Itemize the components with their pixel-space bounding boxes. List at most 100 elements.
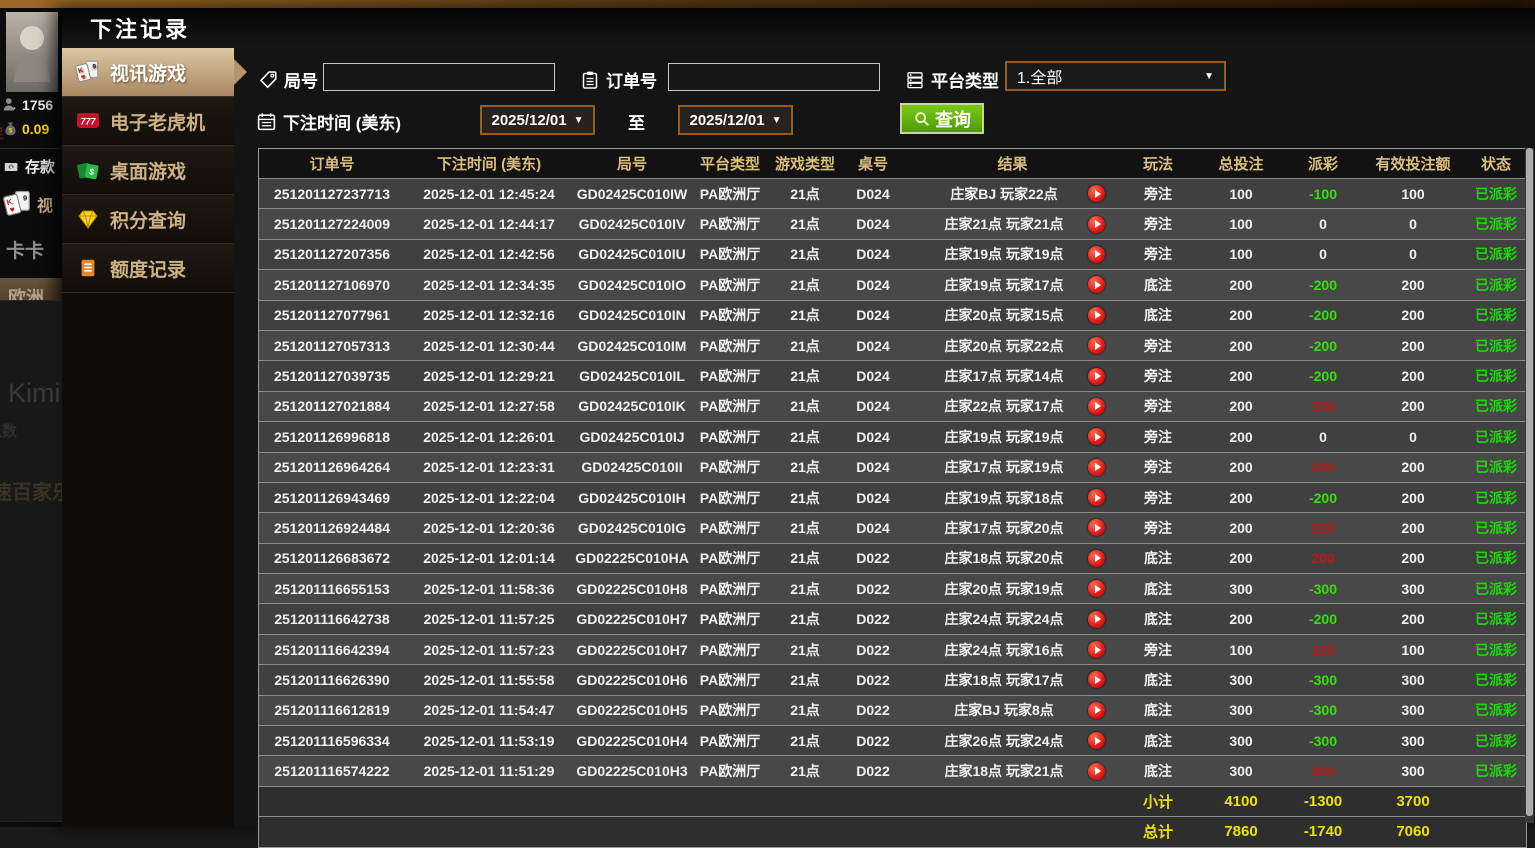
replay-play-icon[interactable] — [1088, 671, 1105, 688]
deposit-button[interactable]: $ 存款 — [3, 156, 55, 177]
cell-payout: -200 — [1286, 270, 1360, 299]
cell-result: 庄家17点 玩家20点 — [905, 513, 1120, 542]
nav-kaka[interactable]: 卡卡 — [6, 236, 44, 263]
cell-status: 已派彩 — [1466, 604, 1526, 633]
replay-play-icon[interactable] — [1088, 550, 1105, 567]
modal-body: 9K♥ 视讯游戏 777 电子老虎机 $ 桌面游戏 积分查询 额度记录 余额不足 — [62, 48, 1535, 827]
replay-play-icon[interactable] — [1088, 611, 1105, 628]
slot-777-icon: 777 — [75, 109, 101, 133]
col-platform: 平台类型 — [691, 149, 769, 178]
col-status: 状态 — [1466, 149, 1526, 178]
order-no-input[interactable] — [668, 63, 880, 91]
result-text: 庄家17点 玩家20点 — [920, 518, 1088, 538]
cell-total-bet: 100 — [1196, 209, 1286, 238]
replay-play-icon[interactable] — [1088, 428, 1105, 445]
replay-play-icon[interactable] — [1088, 276, 1105, 293]
replay-play-icon[interactable] — [1088, 732, 1105, 749]
cell-game-type: 21点 — [769, 209, 841, 238]
round-no-input[interactable] — [323, 63, 555, 91]
cell-play-type: 旁注 — [1120, 453, 1196, 482]
cell-payout: 200 — [1286, 392, 1360, 421]
cell-game-type: 21点 — [769, 240, 841, 269]
svg-text:9: 9 — [92, 64, 96, 71]
replay-play-icon[interactable] — [1088, 580, 1105, 597]
cell-payout: -300 — [1286, 574, 1360, 603]
result-text: 庄家24点 玩家24点 — [920, 609, 1088, 629]
replay-play-icon[interactable] — [1088, 246, 1105, 263]
cell-platform: PA欧洲厅 — [691, 392, 769, 421]
col-round-no: 局号 — [573, 149, 691, 178]
scrollbar-thumb[interactable] — [1526, 148, 1533, 816]
cell-total-bet: 200 — [1196, 361, 1286, 390]
platform-type-label: 平台类型 — [905, 67, 999, 92]
search-button[interactable]: 查询 — [900, 103, 984, 134]
cell-payout: 0 — [1286, 240, 1360, 269]
cell-status: 已派彩 — [1466, 270, 1526, 299]
cell-game-type: 21点 — [769, 726, 841, 755]
sidebar-item-video-games[interactable]: 9K♥ 视讯游戏 — [62, 48, 234, 97]
result-text: 庄家18点 玩家17点 — [920, 670, 1088, 690]
chevron-down-icon: ▼ — [772, 115, 782, 126]
result-text: 庄家19点 玩家17点 — [920, 275, 1088, 295]
cell-total-bet: 300 — [1196, 726, 1286, 755]
replay-play-icon[interactable] — [1088, 519, 1105, 536]
replay-play-icon[interactable] — [1088, 763, 1105, 780]
sidebar-item-slots[interactable]: 777 电子老虎机 — [62, 97, 234, 146]
cell-game-type: 21点 — [769, 331, 841, 360]
sidebar-item-quota-records[interactable]: 额度记录 — [62, 244, 234, 293]
nav-electronic-games[interactable]: 777 电子 — [3, 484, 62, 508]
cell-result: 庄家17点 玩家19点 — [905, 453, 1120, 482]
replay-play-icon[interactable] — [1088, 368, 1105, 385]
balance: $ 0.09 — [2, 120, 49, 137]
sidebar-item-points-query[interactable]: 积分查询 — [62, 195, 234, 244]
replay-play-icon[interactable] — [1088, 307, 1105, 324]
nav-fishing[interactable]: 捕 — [3, 536, 51, 560]
grand-total-row: 总计 7860 -1740 7060 — [259, 816, 1526, 846]
play-triangle — [1095, 615, 1101, 623]
subtotal-status-empty — [1466, 787, 1526, 816]
cell-game-type: 21点 — [769, 422, 841, 451]
date-from-picker[interactable]: 2025/12/01 ▼ — [480, 105, 595, 135]
nav-video-games[interactable]: 9K♥ 视 — [3, 190, 53, 218]
nav-sedie[interactable]: 色 — [10, 340, 29, 367]
nav-duotai[interactable]: 多 — [10, 436, 29, 463]
cell-table-no: D022 — [841, 574, 905, 603]
replay-play-icon[interactable] — [1088, 337, 1105, 354]
replay-play-icon[interactable] — [1088, 398, 1105, 415]
platform-type-select[interactable]: 1.全部 ▼ — [1005, 61, 1226, 91]
cell-result: 庄家20点 玩家15点 — [905, 301, 1120, 330]
result-text: 庄家17点 玩家14点 — [920, 366, 1088, 386]
nav-europe-hall[interactable]: 欧洲 — [0, 278, 62, 316]
scrollbar-track[interactable] — [1525, 148, 1534, 823]
grand-total-valid-bet: 7060 — [1360, 817, 1466, 846]
replay-play-icon[interactable] — [1088, 459, 1105, 476]
replay-play-icon[interactable] — [1088, 185, 1105, 202]
cell-status: 已派彩 — [1466, 361, 1526, 390]
table-row: 2512011270397352025-12-01 12:29:21GD0242… — [259, 360, 1526, 390]
cell-payout: -300 — [1286, 696, 1360, 725]
cell-valid-bet: 200 — [1360, 453, 1466, 482]
cell-total-bet: 300 — [1196, 665, 1286, 694]
replay-play-icon[interactable] — [1088, 216, 1105, 233]
cell-result: 庄家24点 玩家16点 — [905, 635, 1120, 664]
avatar[interactable] — [6, 12, 58, 92]
date-to-picker[interactable]: 2025/12/01 ▼ — [678, 105, 793, 135]
cell-valid-bet: 200 — [1360, 301, 1466, 330]
cell-total-bet: 200 — [1196, 331, 1286, 360]
play-triangle — [1095, 281, 1101, 289]
replay-play-icon[interactable] — [1088, 702, 1105, 719]
cell-bet-time: 2025-12-01 12:30:44 — [405, 331, 573, 360]
cell-round-no: GD02425C010IL — [573, 361, 691, 390]
sidebar-item-table-games[interactable]: $ 桌面游戏 — [62, 146, 234, 195]
svg-text:*: * — [13, 106, 16, 113]
cell-order-no: 251201127021884 — [259, 392, 405, 421]
bet-time-label-text: 下注时间 (美东) — [283, 109, 401, 134]
replay-play-icon[interactable] — [1088, 641, 1105, 658]
nav-jingmi[interactable]: 竞 — [10, 388, 29, 415]
table-row: 2512011270218842025-12-01 12:27:58GD0242… — [259, 391, 1526, 421]
replay-play-icon[interactable] — [1088, 489, 1105, 506]
cell-table-no: D022 — [841, 756, 905, 785]
platform-type-value: 1.全部 — [1017, 64, 1062, 88]
table-row: 2512011272240092025-12-01 12:44:17GD0242… — [259, 208, 1526, 238]
modal-title: 下注记录 — [90, 12, 190, 44]
